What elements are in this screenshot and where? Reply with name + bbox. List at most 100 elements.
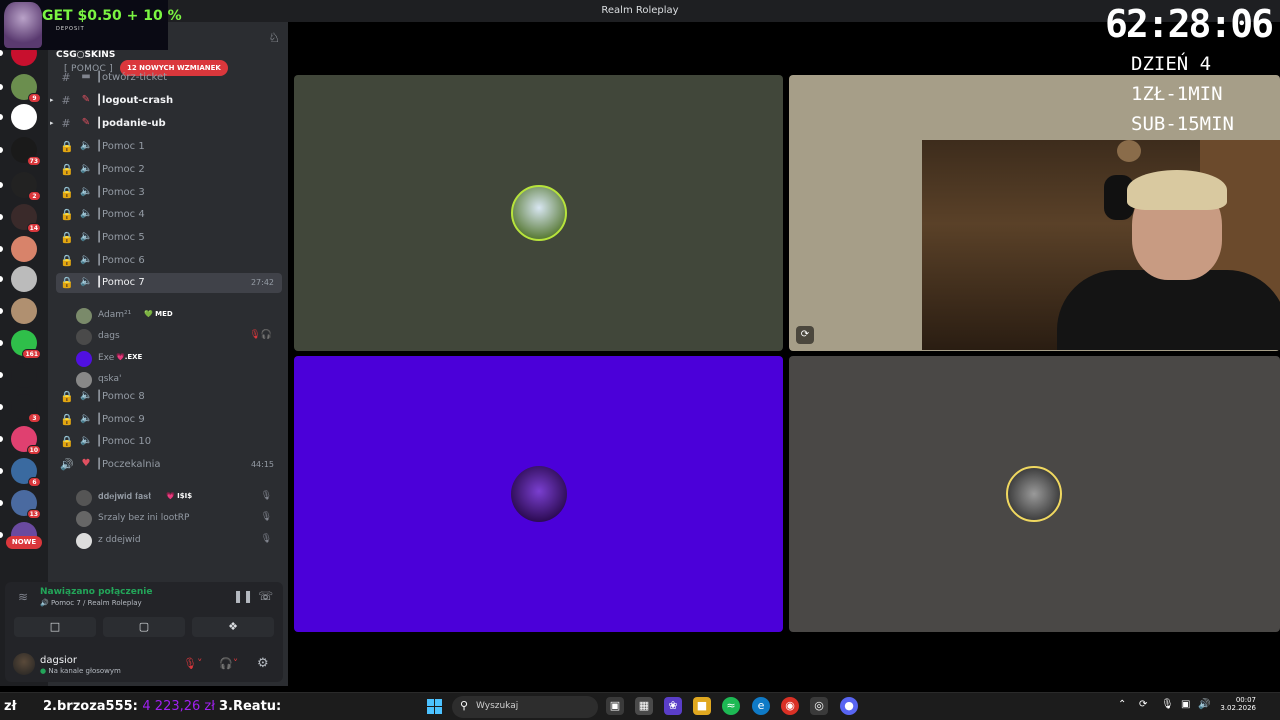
search-icon: ⚲	[460, 699, 469, 712]
channel-name: ┃otwórz-ticket	[96, 72, 168, 83]
subathon-timer: 62:28:06	[1104, 2, 1274, 46]
palm-server-icon[interactable]: 73	[11, 137, 41, 166]
obs-icon[interactable]: ◎	[810, 697, 828, 715]
user-name: dags	[98, 331, 120, 341]
user-name: z ddejwid	[98, 535, 141, 545]
voice-channel[interactable]: 🔒 🔈 ┃Pomoc 10	[56, 432, 282, 452]
voice-channel[interactable]: 🔒 🔈 ┃Pomoc 5	[56, 228, 282, 248]
voice-channel[interactable]: 🔒 🔈 ┃Pomoc 2	[56, 160, 282, 180]
task-view-icon[interactable]: ▣	[606, 697, 624, 715]
text-channel[interactable]: ▸ # ✎ ┃podanie-ub	[50, 114, 282, 134]
donation-ticker-3: 3.Reatu:	[219, 699, 281, 714]
game-server-icon[interactable]: 13	[11, 490, 41, 519]
screen-share-overlay-icon[interactable]: ⟳	[796, 326, 814, 344]
signal-icon[interactable]: ≋	[18, 590, 28, 604]
user-tag: 💚 MED	[144, 310, 173, 318]
discord-icon[interactable]: ●	[840, 697, 858, 715]
webcam-video[interactable]	[922, 140, 1280, 350]
gear-icon[interactable]: ⚙	[257, 656, 269, 671]
disconnect-icon[interactable]: ☏	[258, 589, 273, 603]
voice-channel[interactable]: 🔒 🔈 ┃Pomoc 1	[56, 137, 282, 157]
voice-channel[interactable]: 🔒 🔈 ┃Pomoc 9	[56, 410, 282, 430]
user-name: Exe	[98, 353, 115, 363]
server-avatar-icon[interactable]: 9	[11, 74, 41, 103]
screen-share-button[interactable]: ▢	[103, 617, 185, 637]
windows-start-icon[interactable]	[427, 699, 443, 715]
ticker-rank: 3.Reatu:	[219, 699, 282, 714]
voice-user[interactable]: 𝐝𝐝𝐞𝐣𝐰𝐢𝐝 𝐟𝐚𝐬𝐭 💗 I$I$ 🎙	[76, 488, 282, 508]
channel-name: ┃Pomoc 6	[96, 255, 145, 266]
noise-suppression-icon[interactable]: ❚❚	[233, 589, 253, 603]
voice-user[interactable]: qska'	[76, 370, 282, 390]
spotify-icon[interactable]: ≈	[722, 697, 740, 715]
ticker-rank: 2.brzoza555:	[43, 699, 138, 714]
voice-user[interactable]: Adam²¹ 💚 MED	[76, 306, 282, 326]
green-server-icon[interactable]: 161	[11, 330, 41, 359]
participant-tile-3[interactable]	[294, 356, 783, 632]
voice-channel[interactable]: 🔒 🔈 ┃Pomoc 8	[56, 387, 282, 407]
add-member-icon[interactable]: ♘	[268, 31, 280, 46]
system-clock[interactable]: 00:07 3.02.2026	[1218, 696, 1256, 712]
activities-button[interactable]: ❖	[192, 617, 274, 637]
taskbar-search[interactable]: ⚲ Wyszukaj	[452, 696, 598, 718]
voice-user[interactable]: Srzaly bez ini lootRP 🎙	[76, 509, 282, 529]
lock-icon: 🔒	[60, 208, 74, 221]
z-server-icon[interactable]: 2	[11, 172, 41, 201]
voice-channel[interactable]: 🔒 🔈 ┃Pomoc 6	[56, 251, 282, 271]
channel-name: ┃podanie-ub	[96, 118, 166, 129]
text-logo-server-icon[interactable]	[11, 104, 37, 130]
avatar	[76, 308, 92, 324]
mute-mic-icon[interactable]: 🎙˅	[183, 657, 202, 670]
face-server-icon[interactable]	[11, 236, 37, 262]
voice-user[interactable]: dags 🎙🎧	[76, 327, 282, 347]
voice-channel[interactable]: 🔒 🔈 ┃Pomoc 3	[56, 183, 282, 203]
deafen-icon[interactable]: 🎧˅	[219, 657, 238, 670]
dark-server-icon[interactable]: 14	[11, 204, 41, 233]
user-tag: 💗 I$I$	[166, 492, 193, 500]
voice-user[interactable]: Exe 💗.EXE	[76, 349, 282, 369]
mic-tray-icon[interactable]: 🎙	[1161, 699, 1174, 710]
voice-channel[interactable]: 🔒 🔈 ┃Pomoc 7 27:42	[56, 273, 282, 293]
text-channel[interactable]: ▸ # ✎ ┃logout-crash	[50, 91, 282, 111]
text-channel[interactable]: # ▬ ┃otwórz-ticket	[56, 68, 282, 88]
muted-icon: 🎙	[260, 512, 272, 522]
user-name: dagsior	[40, 655, 78, 666]
chevron-right-icon: ▸	[50, 119, 54, 127]
new-servers-badge[interactable]: NOWE	[6, 536, 42, 549]
volume-icon[interactable]: 🔊	[1198, 699, 1210, 710]
lock-icon: 🔒	[60, 390, 74, 403]
voice-user[interactable]: z ddejwid 🎙	[76, 531, 282, 551]
unread-indicator	[0, 214, 3, 220]
camera-off-button[interactable]: □	[14, 617, 96, 637]
tray-chevron-icon[interactable]: ⌃	[1118, 699, 1126, 710]
voice-location: 🔊 Pomoc 7 / Realm Roleplay	[40, 599, 142, 607]
voice-channel[interactable]: 🔊 ♥ ┃Poczekalnia 44:15	[56, 455, 282, 475]
camera-off-icon: □	[49, 620, 61, 633]
sync-icon[interactable]: ⟳	[1139, 699, 1147, 710]
speaker-icon: 🔈	[80, 435, 93, 446]
chrome-icon[interactable]: ◉	[781, 697, 799, 715]
avatar	[76, 533, 92, 549]
voice-channel[interactable]: 🔒 🔈 ┃Pomoc 4	[56, 205, 282, 225]
portrait-server-icon[interactable]	[11, 298, 37, 324]
channel-name: ┃Pomoc 1	[96, 141, 145, 152]
hourglass-server-icon[interactable]: 3	[11, 394, 41, 423]
file-explorer-icon[interactable]: ■	[693, 697, 711, 715]
edge-icon[interactable]: e	[752, 697, 770, 715]
avatar[interactable]	[13, 653, 35, 675]
speaker-icon: 🔈	[80, 163, 93, 174]
g-server-icon[interactable]	[11, 362, 37, 388]
participant-tile-1[interactable]	[294, 75, 783, 351]
city-server-icon[interactable]: 6	[11, 458, 41, 487]
unread-badge: 161	[22, 349, 41, 359]
search-input[interactable]: Wyszukaj	[476, 701, 518, 711]
participant-tile-4[interactable]	[789, 356, 1280, 632]
copilot-icon[interactable]: ❀	[664, 697, 682, 715]
lock-icon: 🔒	[60, 186, 74, 199]
car-server-icon[interactable]	[11, 266, 37, 292]
lock-icon: 🔒	[60, 413, 74, 426]
user-name: qska'	[98, 374, 122, 384]
store-icon[interactable]: ▦	[635, 697, 653, 715]
heart-server-icon[interactable]: 10	[11, 426, 41, 455]
monitor-icon[interactable]: ▣	[1181, 699, 1190, 710]
